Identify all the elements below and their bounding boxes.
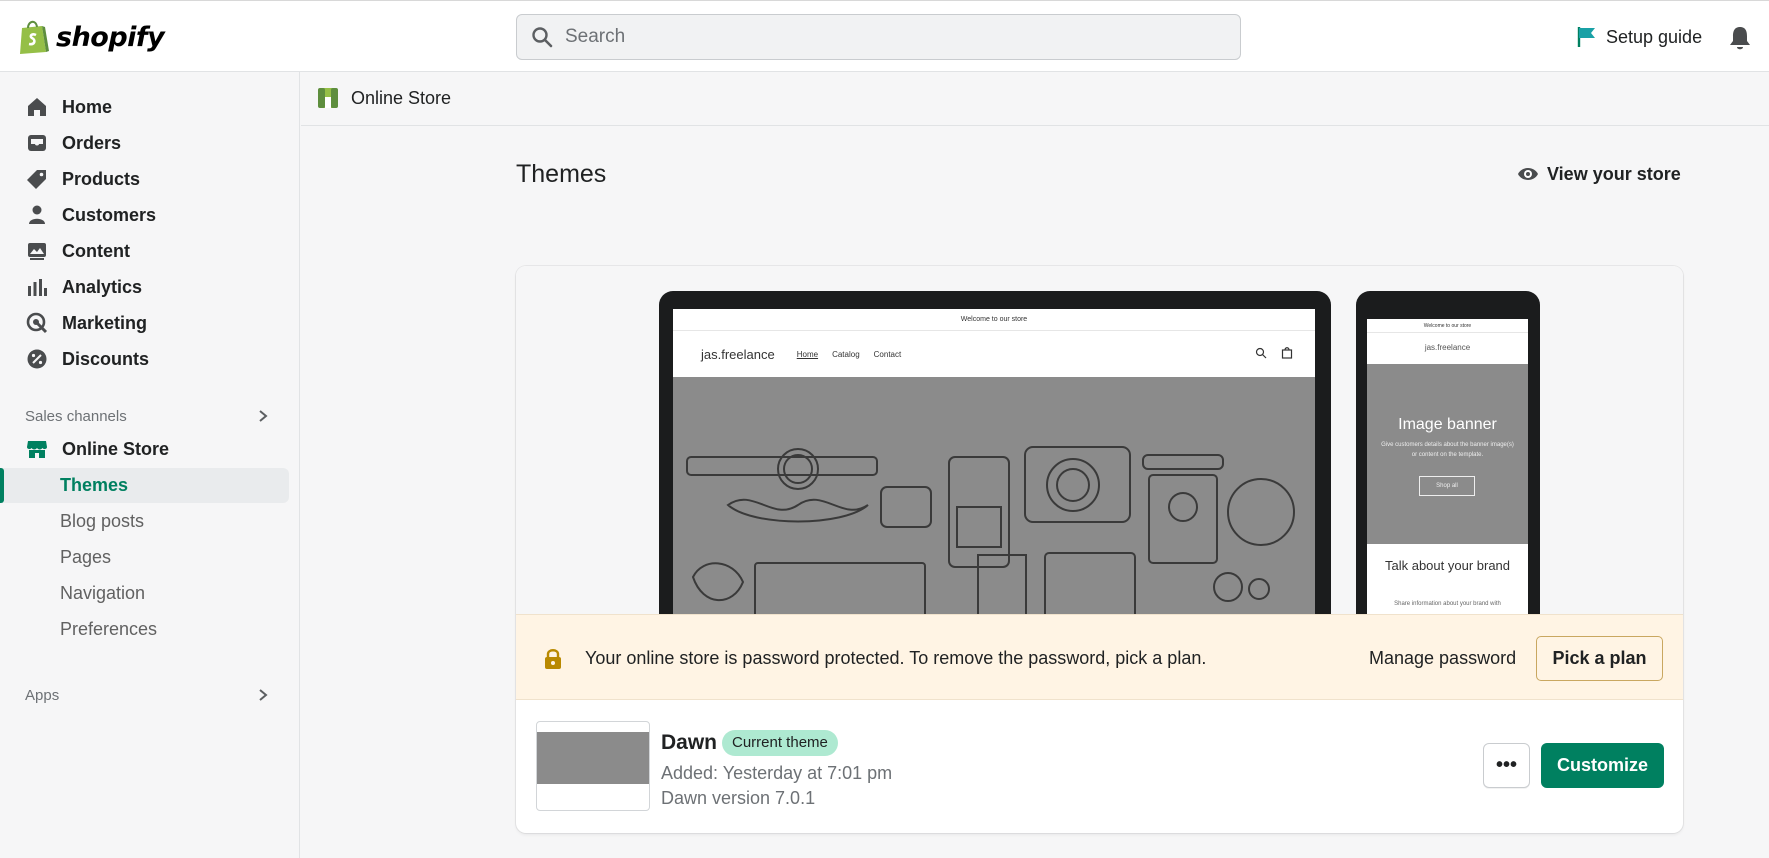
sidebar-sub-item-pages[interactable]: Pages	[60, 542, 111, 572]
inbox-icon	[28, 135, 46, 151]
banner-title: Image banner	[1398, 416, 1497, 433]
desktop-image-banner	[673, 377, 1315, 614]
theme-thumbnail	[536, 721, 650, 811]
thumbnail-banner	[537, 732, 649, 784]
store-header: jas.freelance Home Catalog Contact	[673, 331, 1315, 377]
discount-icon	[27, 349, 47, 369]
bar-chart-icon	[28, 279, 47, 296]
sidebar-item-customers[interactable]: Customers	[26, 200, 156, 230]
announcement-bar: Welcome to our store	[673, 309, 1315, 331]
view-store-label: View your store	[1547, 163, 1681, 184]
active-item-highlight	[0, 468, 289, 503]
sidebar-item-marketing[interactable]: Marketing	[26, 308, 147, 338]
search-input[interactable]	[565, 26, 1205, 48]
sidebar-item-label: Products	[62, 168, 141, 189]
customize-button[interactable]: Customize	[1541, 743, 1664, 788]
store-icon	[27, 441, 47, 458]
theme-preview[interactable]: Welcome to our store jas.freelance Home …	[516, 266, 1683, 614]
sidebar-item-discounts[interactable]: Discounts	[26, 344, 149, 374]
desktop-preview-screen: Welcome to our store jas.freelance Home …	[673, 309, 1315, 614]
sidebar-item-online-store[interactable]: Online Store	[26, 434, 169, 464]
current-theme-card: Welcome to our store jas.freelance Home …	[516, 266, 1683, 833]
search-bar[interactable]	[516, 14, 1241, 60]
page-title: Themes	[516, 160, 607, 188]
password-message: Your online store is password protected.…	[585, 648, 1207, 668]
tag-icon	[27, 170, 46, 189]
pick-a-plan-button[interactable]: Pick a plan	[1536, 636, 1663, 681]
target-icon	[26, 312, 48, 334]
view-store-link[interactable]: View your store	[1517, 163, 1681, 185]
mobile-preview-screen: Welcome to our store jas.freelance Image…	[1367, 319, 1528, 614]
sidebar-item-label: Marketing	[62, 312, 148, 333]
sidebar-sub-item-blog-posts[interactable]: Blog posts	[60, 506, 144, 536]
store-nav-item: Home	[796, 349, 819, 359]
shopify-bag-icon	[20, 20, 49, 54]
theme-name: Dawn	[661, 731, 718, 754]
sidebar-sub-item-navigation[interactable]: Navigation	[60, 578, 145, 608]
store-nav-item: Catalog	[832, 349, 860, 359]
sidebar-item-label: Content	[62, 240, 130, 261]
chevron-right-icon[interactable]	[256, 688, 270, 702]
setup-guide-label: Setup guide	[1606, 26, 1703, 47]
home-icon	[28, 98, 46, 116]
flag-icon	[1577, 27, 1595, 47]
brand-text: Share information about your brand with	[1394, 601, 1501, 607]
current-theme-badge: Current theme	[722, 730, 838, 756]
sidebar-item-analytics[interactable]: Analytics	[26, 272, 142, 302]
mobile-store-header: jas.freelance	[1367, 333, 1528, 363]
mobile-announcement-bar: Welcome to our store	[1367, 319, 1528, 333]
apps-label: Apps	[25, 687, 60, 704]
sidebar-sub-item-preferences[interactable]: Preferences	[60, 614, 157, 644]
sidebar-item-label: Discounts	[62, 348, 150, 369]
sidebar-item-label: Orders	[62, 132, 122, 153]
top-bar: shopify Setup guide	[0, 0, 1769, 72]
store-nav-item: Contact	[873, 349, 902, 359]
mobile-store-name: jas.freelance	[1424, 343, 1471, 352]
image-icon	[28, 243, 46, 260]
brand-heading: Talk about your brand	[1384, 558, 1511, 573]
sidebar-item-label: Online Store	[62, 438, 170, 459]
sidebar-item-label: Home	[62, 96, 113, 117]
sidebar-item-label: Customers	[62, 204, 157, 225]
store-nav: Home Catalog Contact	[797, 350, 902, 359]
sidebar-item-home[interactable]: Home	[26, 92, 112, 122]
mobile-preview: Welcome to our store jas.freelance Image…	[1356, 291, 1540, 614]
chevron-right-icon[interactable]	[256, 409, 270, 423]
cart-icon	[1281, 347, 1293, 359]
sidebar-sub-item-themes[interactable]: Themes	[60, 470, 128, 500]
shop-all-button: Shop all	[1419, 476, 1475, 496]
breadcrumb-label: Online Store	[351, 87, 452, 108]
sales-channels-label: Sales channels	[25, 408, 127, 425]
banner-text: Give customers details about the banner …	[1381, 442, 1514, 458]
lock-icon	[545, 649, 561, 669]
theme-added-date: Added: Yesterday at 7:01 pm	[661, 763, 893, 783]
sidebar-item-orders[interactable]: Orders	[26, 128, 121, 158]
sidebar: Home Orders Products Customers Content A…	[0, 72, 300, 858]
more-actions-button[interactable]: •••	[1483, 743, 1530, 788]
setup-guide-button[interactable]: Setup guide	[1576, 25, 1702, 49]
breadcrumb: Online Store	[301, 72, 1769, 126]
person-icon	[29, 205, 45, 224]
online-store-app-icon	[318, 88, 338, 108]
banner-illustration	[686, 446, 1295, 614]
sidebar-item-label: Analytics	[62, 276, 143, 297]
search-icon	[532, 27, 553, 48]
theme-version: Dawn version 7.0.1	[661, 788, 816, 808]
brand-name: shopify	[56, 21, 165, 53]
desktop-preview: Welcome to our store jas.freelance Home …	[659, 291, 1331, 614]
bell-icon[interactable]	[1728, 25, 1752, 51]
store-name: jas.freelance	[701, 346, 775, 362]
sidebar-item-products[interactable]: Products	[26, 164, 140, 194]
eye-icon	[1518, 168, 1538, 180]
mobile-image-banner: Image banner Give customers details abou…	[1367, 364, 1528, 544]
manage-password-link[interactable]: Manage password	[1369, 648, 1516, 669]
store-header-icons	[1255, 347, 1293, 359]
breadcrumb-online-store[interactable]: Online Store	[317, 86, 451, 110]
search-icon	[1255, 347, 1267, 359]
shopify-logo[interactable]: shopify	[18, 17, 165, 57]
password-protection-banner: Your online store is password protected.…	[516, 614, 1683, 700]
theme-row: Dawn Current theme Added: Yesterday at 7…	[516, 700, 1683, 833]
sidebar-item-content[interactable]: Content	[26, 236, 130, 266]
